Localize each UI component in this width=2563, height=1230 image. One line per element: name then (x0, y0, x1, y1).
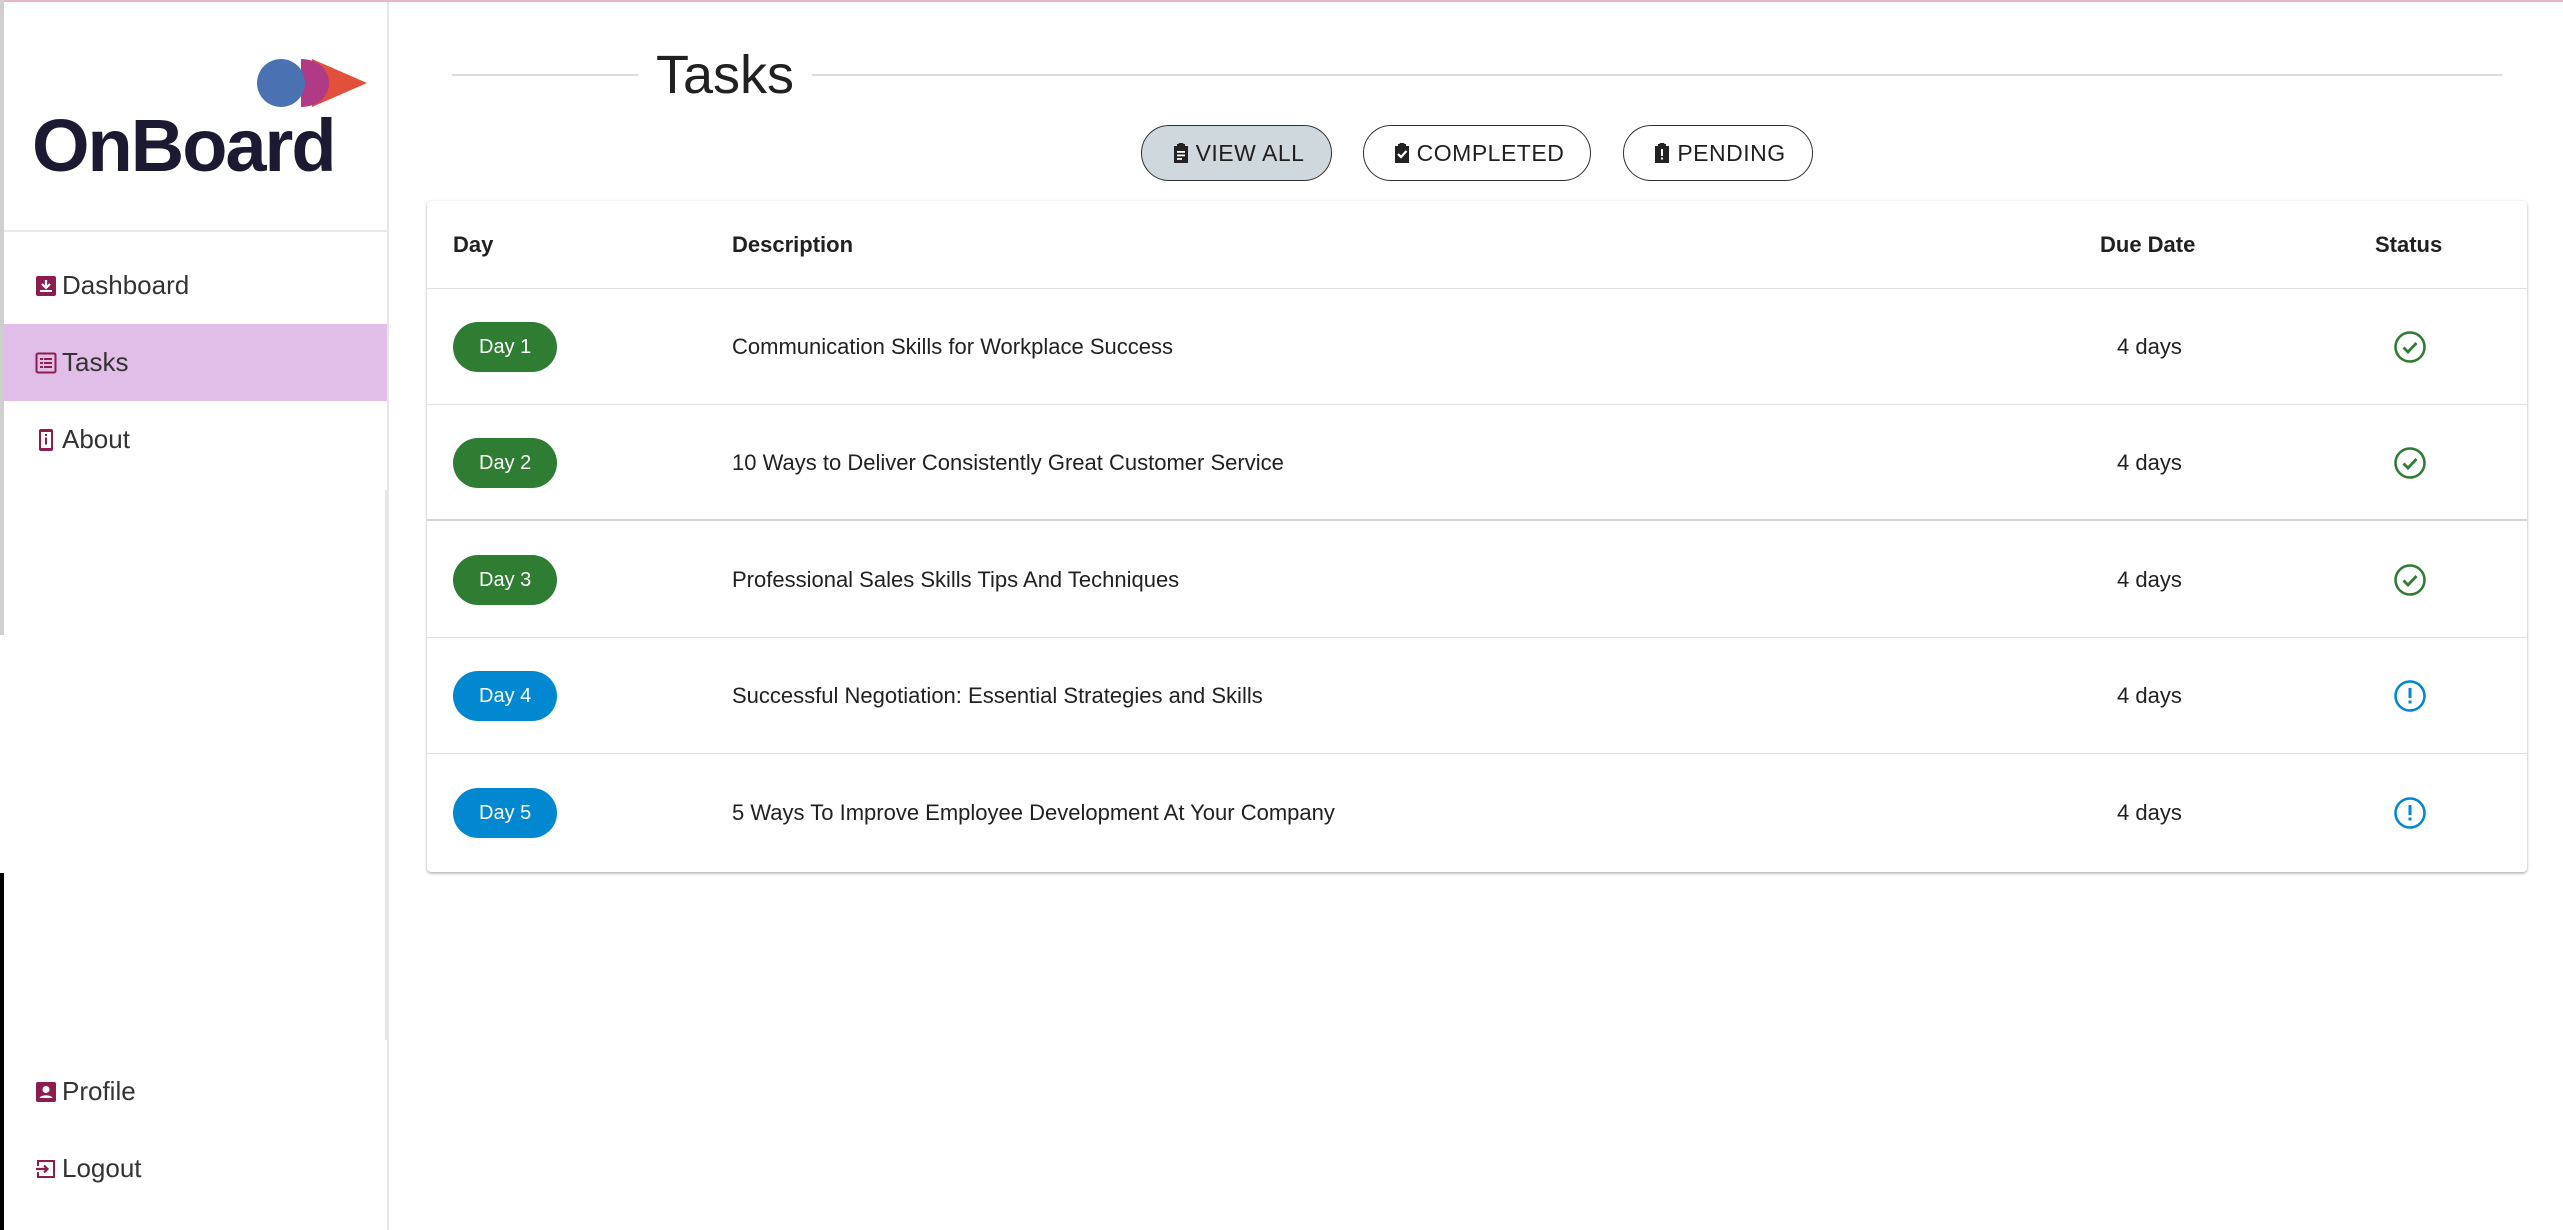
sidebar-item-profile[interactable]: Profile (4, 1053, 387, 1130)
sidebar-scrollbar[interactable] (385, 490, 388, 1040)
sidebar-item-dashboard[interactable]: Dashboard (4, 247, 387, 324)
dashboard-icon (34, 274, 58, 298)
tasks-table: Day Description Due Date Status Day 1 Co… (427, 201, 2527, 872)
task-list-icon (34, 351, 58, 375)
pending-label: PENDING (1677, 139, 1786, 166)
day-chip: Day 4 (453, 671, 558, 721)
due-date: 4 days (2117, 567, 2182, 592)
completed-filter-button[interactable]: COMPLETED (1363, 125, 1591, 181)
sidebar-item-label: Profile (62, 1076, 136, 1106)
column-header-day[interactable]: Day (453, 201, 493, 288)
table-header: Day Description Due Date Status (427, 201, 2527, 289)
title-divider-left (452, 74, 638, 76)
sidebar-item-about[interactable]: About (4, 401, 387, 478)
task-description: Successful Negotiation: Essential Strate… (732, 683, 1263, 708)
phone-info-icon (34, 428, 58, 452)
completed-check-icon (2393, 330, 2427, 364)
page-header: Tasks (452, 40, 2502, 110)
sidebar-item-tasks[interactable]: Tasks (4, 324, 387, 401)
day-chip: Day 3 (453, 555, 558, 605)
sidebar-item-label: Tasks (62, 347, 129, 377)
sidebar-nav: Dashboard Tasks About (4, 247, 387, 478)
pending-alert-icon (2393, 679, 2427, 713)
due-date: 4 days (2117, 334, 2182, 359)
pending-filter-button[interactable]: PENDING (1623, 125, 1813, 181)
task-description: 10 Ways to Deliver Consistently Great Cu… (732, 450, 1284, 475)
task-description: Communication Skills for Workplace Succe… (732, 334, 1173, 359)
clipboard-check-icon (1390, 141, 1414, 165)
completed-label: COMPLETED (1416, 139, 1565, 166)
logo-mark-icon (257, 59, 367, 107)
onboard-logo: OnBoard (32, 57, 367, 192)
column-header-status[interactable]: Status (2375, 201, 2442, 288)
table-row[interactable]: Day 3 Professional Sales Skills Tips And… (427, 522, 2527, 638)
sidebar-item-label: About (62, 424, 130, 454)
column-header-description[interactable]: Description (732, 201, 853, 288)
due-date: 4 days (2117, 450, 2182, 475)
task-description: 5 Ways To Improve Employee Development A… (732, 800, 1335, 825)
completed-check-icon (2393, 563, 2427, 597)
sidebar-item-label: Logout (62, 1153, 142, 1183)
day-chip: Day 2 (453, 438, 558, 488)
sidebar: OnBoard Dashboard Tasks About Profile Lo… (4, 2, 389, 1230)
clipboard-icon (1169, 141, 1193, 165)
view-all-label: VIEW ALL (1195, 139, 1305, 166)
due-date: 4 days (2117, 683, 2182, 708)
due-date: 4 days (2117, 800, 2182, 825)
table-row[interactable]: Day 5 5 Ways To Improve Employee Develop… (427, 755, 2527, 871)
sidebar-item-logout[interactable]: Logout (4, 1130, 387, 1207)
day-chip: Day 1 (453, 322, 558, 372)
logo-text: OnBoard (32, 104, 337, 187)
sidebar-item-label: Dashboard (62, 270, 190, 300)
title-divider-right (812, 74, 2502, 76)
sidebar-bottom-nav: Profile Logout (4, 1053, 387, 1207)
table-row[interactable]: Day 4 Successful Negotiation: Essential … (427, 638, 2527, 754)
sidebar-divider (4, 230, 387, 232)
page-title: Tasks (656, 45, 795, 105)
day-chip: Day 5 (453, 788, 558, 838)
table-row[interactable]: Day 1 Communication Skills for Workplace… (427, 289, 2527, 405)
table-row[interactable]: Day 2 10 Ways to Deliver Consistently Gr… (427, 405, 2527, 521)
column-header-due-date[interactable]: Due Date (2100, 201, 2195, 288)
pending-alert-icon (2393, 796, 2427, 830)
completed-check-icon (2393, 446, 2427, 480)
task-description: Professional Sales Skills Tips And Techn… (732, 567, 1180, 592)
view-all-button[interactable]: VIEW ALL (1141, 125, 1332, 181)
logout-icon (34, 1157, 58, 1181)
clipboard-alert-icon (1650, 141, 1674, 165)
profile-icon (34, 1080, 58, 1104)
